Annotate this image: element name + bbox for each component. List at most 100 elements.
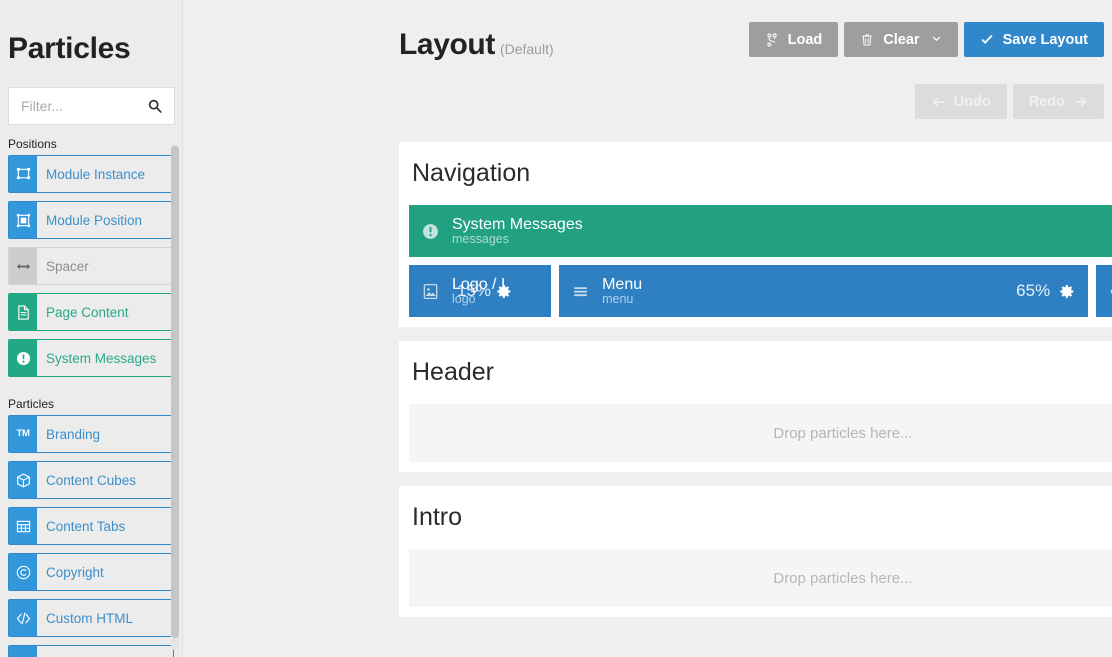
- code-icon: [9, 600, 37, 636]
- dropzone[interactable]: Drop particles here...: [409, 549, 1112, 607]
- clear-button[interactable]: Clear: [844, 22, 958, 57]
- history-button-group: Undo Redo: [914, 84, 1104, 119]
- search-icon[interactable]: [148, 99, 162, 113]
- section-title: Intro: [412, 503, 463, 531]
- dropzone[interactable]: Drop particles here...: [409, 404, 1112, 462]
- arrow-left-icon: [931, 95, 945, 109]
- sidebar-item-list: Module Instance Module Position Spacer Page…: [0, 155, 182, 377]
- sidebar-item-list: TM Branding Content Cubes Content Tabs Copyr…: [0, 415, 182, 657]
- sidebar-scrollbar[interactable]: [171, 144, 179, 650]
- sidebar-item-module-position[interactable]: Module Position: [8, 201, 174, 239]
- app-root: Particles PositionsModule InstanceModule…: [0, 0, 1112, 657]
- module-position-icon: [9, 202, 37, 238]
- page-title-subtitle: (Default): [499, 41, 554, 57]
- sidebar-scrollbar-thumb[interactable]: [171, 146, 179, 638]
- sidebar-item-branding[interactable]: TM Branding: [8, 415, 174, 453]
- layout-section-intro: Intro Drop particles here...: [399, 486, 1112, 617]
- main-content: Layout (Default) Load Clear Save Layout Und…: [183, 0, 1112, 657]
- sidebar-item-label: System Messages: [37, 340, 173, 376]
- button-label: Load: [787, 31, 823, 48]
- exclamation-circle-icon: [422, 223, 439, 240]
- sidebar-item-custom-html[interactable]: Custom HTML: [8, 599, 174, 637]
- block-text: System Messages messages: [452, 216, 1112, 247]
- sidebar-item-label: Content Cubes: [37, 462, 173, 498]
- branch-icon: [765, 32, 779, 47]
- load-button[interactable]: Load: [748, 22, 839, 57]
- sidebar: Particles PositionsModule InstanceModule…: [0, 0, 183, 657]
- sidebar-item-item[interactable]: [8, 645, 174, 657]
- section-header: Navigation: [399, 142, 1112, 205]
- sidebar-item-label: Spacer: [37, 248, 173, 284]
- button-label: Clear: [883, 31, 920, 48]
- block-key: messages: [452, 231, 509, 246]
- sidebar-item-system-messages[interactable]: System Messages: [8, 339, 174, 377]
- block-percent: 65%: [1016, 281, 1051, 300]
- sidebar-group-label: Positions: [8, 137, 57, 151]
- sidebar-item-label: Content Tabs: [37, 508, 173, 544]
- button-label: Undo: [953, 93, 991, 110]
- gear-icon[interactable]: [1060, 284, 1075, 299]
- layout-block-menu[interactable]: Menu menu 65%: [559, 265, 1089, 317]
- sidebar-item-label: [37, 646, 173, 657]
- sidebar-item-content-tabs[interactable]: Content Tabs: [8, 507, 174, 545]
- sidebar-item-label: Page Content: [37, 294, 173, 330]
- sidebar-item-module-instance[interactable]: Module Instance: [8, 155, 174, 193]
- module-instance-icon: [9, 156, 37, 192]
- sidebar-item-page-content[interactable]: Page Content: [8, 293, 174, 331]
- layout-section-header: Header Drop particles here...: [399, 341, 1112, 472]
- section-header: Intro: [399, 486, 1112, 549]
- section-body: Drop particles here...: [399, 404, 1112, 472]
- hamburger-icon: [572, 283, 589, 300]
- sidebar-item-label: Branding: [37, 416, 173, 452]
- block-title: Menu: [602, 275, 643, 293]
- sidebar-item-label: Copyright: [37, 554, 173, 590]
- image-icon: [422, 283, 439, 300]
- document-icon: [9, 294, 37, 330]
- page-title: Layout (Default): [399, 28, 554, 62]
- sidebar-item-copyright[interactable]: Copyright: [8, 553, 174, 591]
- section-header: Header: [399, 341, 1112, 404]
- trash-icon: [860, 33, 874, 47]
- topbar: Layout (Default) Load Clear Save Layout Und…: [183, 0, 1112, 119]
- header-button-group: Load Clear Save Layout: [748, 22, 1104, 57]
- layout-block-social[interactable]: Socialsocial20%: [1096, 265, 1112, 317]
- arrow-right-icon: [1074, 95, 1088, 109]
- section-body: System Messagesmessages100% Logo / Ilogo1…: [399, 205, 1112, 327]
- sidebar-title: Particles: [8, 32, 131, 65]
- block-title: System Messages: [452, 215, 583, 233]
- cube-icon: [9, 462, 37, 498]
- block-text: Menu menu: [602, 276, 1010, 307]
- block-row: System Messagesmessages100%: [409, 205, 1112, 257]
- block-meta: 65%: [1016, 281, 1075, 301]
- page-title-text: Layout: [399, 28, 495, 61]
- save-layout-button[interactable]: Save Layout: [963, 22, 1104, 57]
- section-title: Header: [412, 358, 494, 386]
- layout-section-navigation: Navigation System Messagesmessages100% Log…: [399, 142, 1112, 327]
- block-meta: 15%: [457, 281, 512, 301]
- check-icon: [980, 33, 994, 47]
- table-icon: [9, 508, 37, 544]
- layout-canvas: Navigation System Messagesmessages100% Log…: [399, 142, 1112, 631]
- sidebar-item-spacer[interactable]: Spacer: [8, 247, 174, 285]
- sidebar-groups: Positions Module Instance Module Position S…: [0, 125, 182, 657]
- layout-block-messages[interactable]: System Messagesmessages100%: [409, 205, 1112, 257]
- undo-button: Undo: [914, 84, 1007, 119]
- exclamation-circle-icon: [9, 340, 37, 376]
- filter-container: [8, 87, 175, 125]
- block-percent: 15%: [457, 281, 492, 300]
- sidebar-item-label: Module Instance: [37, 156, 173, 192]
- button-label: Save Layout: [1002, 31, 1088, 48]
- layout-block-logo[interactable]: Logo / Ilogo 15%: [409, 265, 552, 317]
- sidebar-item-content-cubes[interactable]: Content Cubes: [8, 461, 174, 499]
- section-body: Drop particles here...: [399, 549, 1112, 617]
- sidebar-group-label: Particles: [8, 397, 55, 411]
- arrows-horizontal-icon: [9, 248, 37, 284]
- chevron-down-icon[interactable]: [931, 34, 942, 45]
- sidebar-item-label: Module Position: [37, 202, 173, 238]
- block-row: Logo / Ilogo15% Menumenu 65% Socialsocial20…: [409, 265, 1112, 317]
- particle-icon: [9, 646, 37, 657]
- trademark-icon: TM: [9, 416, 37, 452]
- block-key: menu: [602, 291, 634, 306]
- gear-icon[interactable]: [497, 284, 512, 299]
- button-label: Redo: [1028, 93, 1065, 110]
